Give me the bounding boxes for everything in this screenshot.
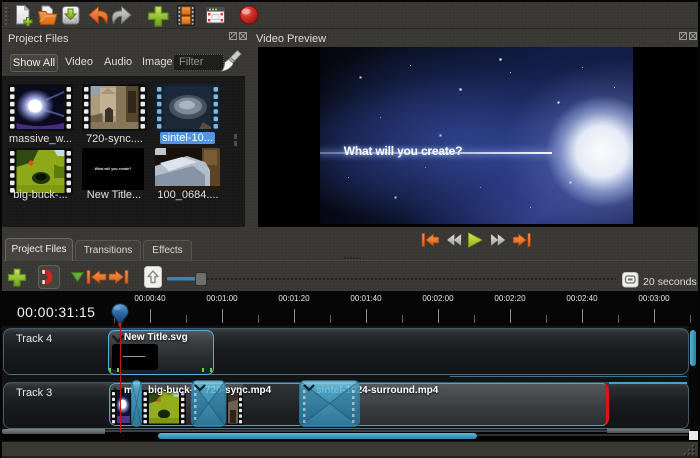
svg-text:What will you create?: What will you create? bbox=[95, 167, 132, 171]
